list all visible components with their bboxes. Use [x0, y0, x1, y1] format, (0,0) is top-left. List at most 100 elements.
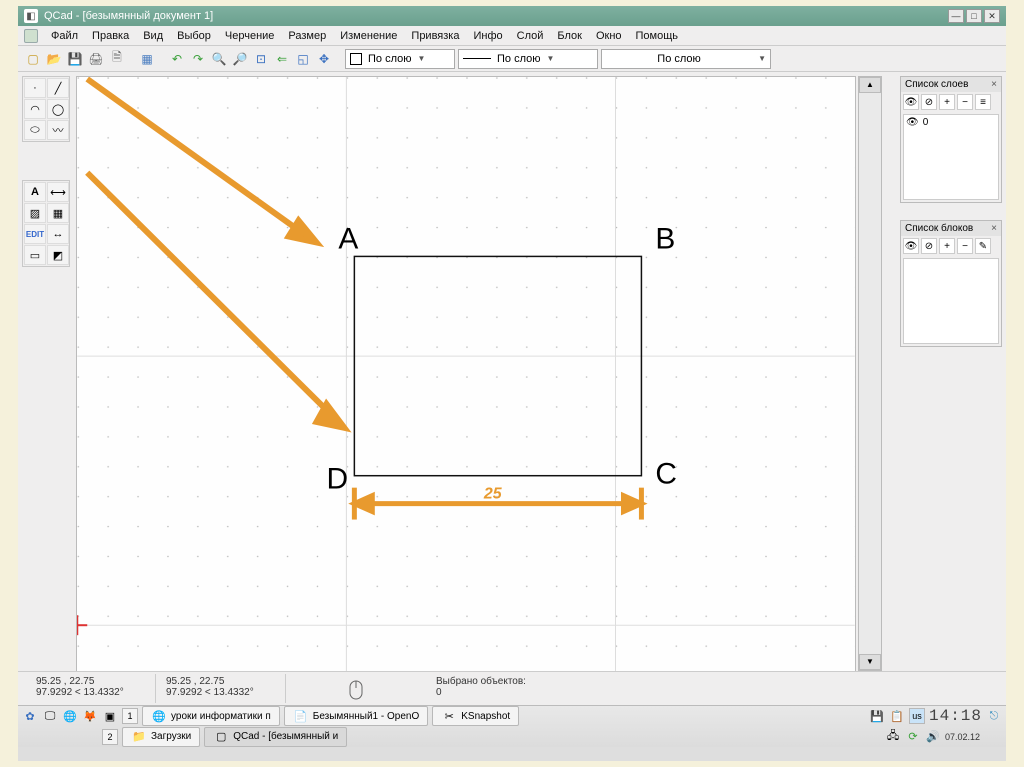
tray-volume-icon[interactable]: 🔊 [925, 729, 941, 745]
scroll-up-icon[interactable]: ▲ [859, 77, 881, 93]
tool-pointer-icon[interactable]: · [24, 78, 46, 98]
status-coords-abs: 95.25 , 22.75 [36, 676, 145, 687]
line-sample-icon [463, 58, 491, 59]
taskbar: ✿ 🖵 🌐 🦊 ▣ 1 🌐уроки информатики п 📄Безымя… [18, 705, 1006, 747]
block-remove-icon[interactable]: − [957, 238, 973, 254]
layers-panel-close-icon[interactable]: × [991, 79, 997, 90]
layer-edit-icon[interactable]: ≡ [975, 94, 991, 110]
svg-text:A: A [338, 222, 358, 255]
menu-modify[interactable]: Изменение [333, 28, 404, 44]
open-icon[interactable]: 📂 [45, 50, 63, 68]
task-downloads[interactable]: 📁Загрузки [122, 727, 200, 747]
konqueror-icon[interactable]: 🌐 [62, 708, 78, 724]
layer-remove-icon[interactable]: − [957, 94, 973, 110]
status-coords-polar: 97.9292 < 13.4332° [36, 687, 145, 698]
lineweight-label: По слою [657, 53, 701, 65]
menu-file[interactable]: Файл [44, 28, 85, 44]
svg-text:25: 25 [483, 486, 503, 503]
mouse-icon [286, 674, 426, 703]
tray-logout-icon[interactable]: ⎋ [986, 708, 1002, 724]
drawing-canvas[interactable]: A B C D 25 [76, 76, 856, 690]
tool-polyline-icon[interactable]: 〰 [47, 120, 69, 140]
blocks-panel-close-icon[interactable]: × [991, 223, 997, 234]
layer-hide-all-icon[interactable]: ⊘ [921, 94, 937, 110]
window-title: QCad - [безымянный документ 1] [44, 10, 213, 22]
firefox-icon[interactable]: 🦊 [82, 708, 98, 724]
scroll-down-icon[interactable]: ▼ [859, 654, 881, 670]
print-preview-icon[interactable]: 🗎 [108, 50, 126, 68]
desktop-icon[interactable]: 🖵 [42, 708, 58, 724]
menu-dimension[interactable]: Размер [281, 28, 333, 44]
block-hide-all-icon[interactable]: ⊘ [921, 238, 937, 254]
zoom-in-icon[interactable]: 🔍 [210, 50, 228, 68]
task-lessons[interactable]: 🌐уроки информатики п [142, 706, 280, 726]
tool-hatch-icon[interactable]: ▨ [24, 203, 46, 223]
tray-update-icon[interactable]: ⟳ [905, 729, 921, 745]
task-openoffice[interactable]: 📄Безымянный1 - OpenO [284, 706, 428, 726]
color-swatch-icon [350, 53, 362, 65]
status-selected-label: Выбрано объектов: [436, 676, 526, 687]
layer-add-icon[interactable]: + [939, 94, 955, 110]
task-ksnapshot[interactable]: ✂KSnapshot [432, 706, 519, 726]
tool-edit-icon[interactable]: EDIT [24, 224, 46, 244]
tray-clipboard-icon[interactable]: 📋 [889, 708, 905, 724]
new-icon[interactable]: ▢ [24, 50, 42, 68]
maximize-button[interactable]: □ [966, 9, 982, 23]
app-icon: ◧ [24, 9, 38, 23]
statusbar: 95.25 , 22.75 97.9292 < 13.4332° 95.25 ,… [18, 671, 1006, 705]
layer-color-combo[interactable]: По слою ▼ [345, 49, 455, 69]
redo-icon[interactable]: ↷ [189, 50, 207, 68]
menu-draw[interactable]: Черчение [218, 28, 282, 44]
workspace: · ╱ ◠ ◯ ⬭ 〰 A ⟷ ▨ ▦ EDIT ↔ ▭ ◩ [18, 72, 1006, 747]
zoom-window-icon[interactable]: ◱ [294, 50, 312, 68]
save-icon[interactable]: 💾 [66, 50, 84, 68]
tool-line-icon[interactable]: ╱ [47, 78, 69, 98]
svg-text:B: B [655, 222, 675, 255]
konsole-icon[interactable]: ▣ [102, 708, 118, 724]
layer-show-all-icon[interactable]: 👁 [903, 94, 919, 110]
tool-ellipse-icon[interactable]: ⬭ [24, 120, 46, 140]
minimize-button[interactable]: — [948, 9, 964, 23]
tool-image-icon[interactable]: ▦ [47, 203, 69, 223]
linetype-combo[interactable]: По слою ▼ [458, 49, 598, 69]
menu-info[interactable]: Инфо [466, 28, 509, 44]
undo-icon[interactable]: ↶ [168, 50, 186, 68]
svg-text:C: C [655, 458, 677, 491]
desktop-2[interactable]: 2 [102, 729, 118, 745]
desktop-1[interactable]: 1 [122, 708, 138, 724]
menu-help[interactable]: Помощь [629, 28, 686, 44]
block-add-icon[interactable]: + [939, 238, 955, 254]
tool-measure-icon[interactable]: ↔ [47, 224, 69, 244]
block-edit-icon[interactable]: ✎ [975, 238, 991, 254]
menu-window[interactable]: Окно [589, 28, 629, 44]
menu-select[interactable]: Выбор [170, 28, 218, 44]
menu-block[interactable]: Блок [550, 28, 589, 44]
menu-edit[interactable]: Правка [85, 28, 136, 44]
menu-snap[interactable]: Привязка [404, 28, 466, 44]
tool-select-icon[interactable]: ▭ [24, 245, 46, 265]
task-qcad[interactable]: ▢QCad - [безымянный и [204, 727, 347, 747]
layer-row[interactable]: 👁 0 [906, 117, 996, 128]
tool-circle-icon[interactable]: ◯ [47, 99, 69, 119]
zoom-prev-icon[interactable]: ⇐ [273, 50, 291, 68]
pan-icon[interactable]: ✥ [315, 50, 333, 68]
tool-arc-icon[interactable]: ◠ [24, 99, 46, 119]
tray-lang[interactable]: us [909, 708, 925, 724]
tool-text-icon[interactable]: A [24, 182, 46, 202]
menu-view[interactable]: Вид [136, 28, 170, 44]
block-show-all-icon[interactable]: 👁 [903, 238, 919, 254]
grid-icon[interactable]: ▦ [138, 50, 156, 68]
kicker-icon[interactable]: ✿ [22, 708, 38, 724]
clock: 14:18 [929, 707, 982, 725]
print-icon[interactable]: 🖨 [87, 50, 105, 68]
zoom-auto-icon[interactable]: ⊡ [252, 50, 270, 68]
vertical-scrollbar[interactable]: ▲ ▼ [858, 76, 882, 671]
close-button[interactable]: ✕ [984, 9, 1000, 23]
tray-save-icon[interactable]: 💾 [869, 708, 885, 724]
tray-network-icon[interactable]: 🖧 [885, 729, 901, 745]
menu-layer[interactable]: Слой [510, 28, 551, 44]
zoom-out-icon[interactable]: 🔎 [231, 50, 249, 68]
tool-dimension-icon[interactable]: ⟷ [47, 182, 69, 202]
lineweight-combo[interactable]: По слою ▼ [601, 49, 771, 69]
tool-block-icon[interactable]: ◩ [47, 245, 69, 265]
